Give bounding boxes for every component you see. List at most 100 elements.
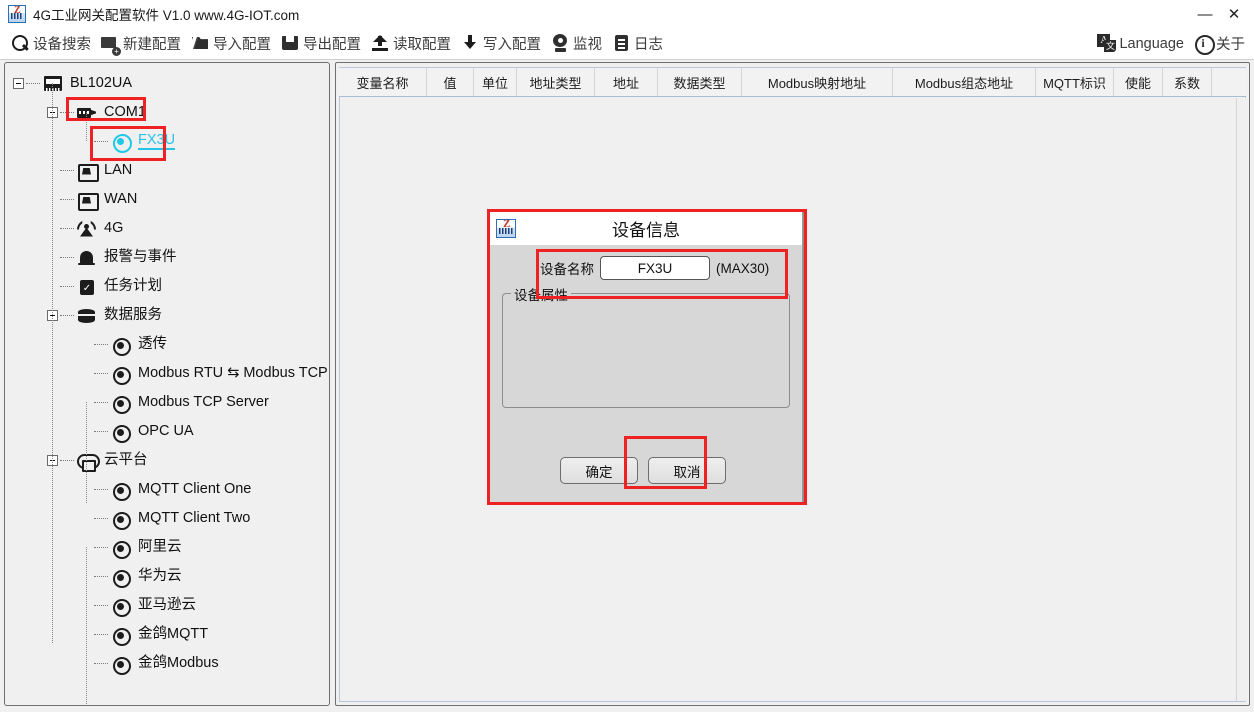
node-dot-icon <box>110 422 132 443</box>
tree-node[interactable]: MQTT Client One <box>5 475 329 504</box>
search-icon <box>11 34 30 53</box>
tree-node-label: 数据服务 <box>104 307 162 324</box>
toolbar-language[interactable]: Language <box>1092 30 1189 58</box>
tree-node-label: OPC UA <box>138 423 194 440</box>
ethernet-icon <box>76 190 99 211</box>
tree-node[interactable]: 透传 <box>5 330 329 359</box>
toolbar-import-config[interactable]: 导入配置 <box>186 30 276 58</box>
toolbar-label: 监视 <box>573 37 602 53</box>
table-column-header[interactable]: 单位 <box>474 68 517 96</box>
language-icon <box>1097 34 1117 53</box>
table-header-row: 变量名称值单位 地址类型 地址 数据类型 Modbus映射地址 Modbus组态地址 MQT… <box>339 67 1246 97</box>
cancel-button[interactable]: 取消 <box>648 457 726 484</box>
tree-node[interactable]: COM1 <box>5 98 329 127</box>
tree-connector <box>94 547 108 548</box>
ok-button[interactable]: 确定 <box>560 457 638 484</box>
tree-node[interactable]: 4G <box>5 214 329 243</box>
tree-node[interactable]: 金鸽MQTT <box>5 620 329 649</box>
toolbar-new-config[interactable]: 新建配置 <box>96 30 186 58</box>
table-column-header[interactable]: Modbus组态地址 <box>893 68 1036 96</box>
dialog-button-row: 确定 取消 <box>490 457 802 484</box>
title-bar: 4G工业网关配置软件 V1.0 www.4G-IOT.com — ✕ <box>0 0 1254 28</box>
node-dot-icon <box>110 335 132 356</box>
tree-node[interactable]: Modbus RTU ⇆ Modbus TCP <box>5 359 329 388</box>
tree-node[interactable]: MQTT Client Two <box>5 504 329 533</box>
tree-node[interactable]: 华为云 <box>5 562 329 591</box>
device-name-max-hint: (MAX30) <box>716 260 770 276</box>
tree-connector <box>94 663 108 664</box>
tree-node[interactable]: FX3U <box>5 127 329 156</box>
task-icon <box>76 277 98 297</box>
table-column-header[interactable]: 使能 <box>1114 68 1163 96</box>
tree-node[interactable]: OPC UA <box>5 417 329 446</box>
window-controls: — ✕ <box>1190 0 1254 28</box>
tree-node[interactable]: 任务计划 <box>5 272 329 301</box>
device-tree-panel: BL102UA COM1 FX3U LAN WAN 4G 报警与事件任务计划数据服务透传 Mo… <box>4 62 330 706</box>
toolbar-device-search[interactable]: 设备搜索 <box>6 30 96 58</box>
tree-node-label: 报警与事件 <box>104 249 177 266</box>
tree-node[interactable]: 数据服务 <box>5 301 329 330</box>
node-dot-icon <box>110 364 132 385</box>
tree-connector <box>60 315 74 316</box>
toolbar-label: 读取配置 <box>393 37 451 53</box>
toolbar-log[interactable]: 日志 <box>607 30 668 58</box>
cloud-icon <box>76 451 100 472</box>
close-button[interactable]: ✕ <box>1220 0 1254 28</box>
tree-node-label: COM1 <box>104 104 146 121</box>
toolbar-read-config[interactable]: 读取配置 <box>366 30 456 58</box>
tree-node-label: 金鸽MQTT <box>138 626 209 643</box>
toolbar-about[interactable]: 关于 <box>1189 30 1250 58</box>
ethernet-icon <box>76 161 99 182</box>
vertical-scrollbar[interactable] <box>1236 98 1246 701</box>
tree-node[interactable]: WAN <box>5 185 329 214</box>
tree-connector <box>26 83 40 84</box>
minimize-button[interactable]: — <box>1190 0 1220 28</box>
tree-connector <box>94 141 108 142</box>
table-column-header[interactable]: 系数 <box>1163 68 1212 96</box>
export-config-icon <box>281 34 300 53</box>
device-name-label: 设备名称 <box>540 262 594 277</box>
tree-connector <box>60 199 74 200</box>
application-window: 4G工业网关配置软件 V1.0 www.4G-IOT.com — ✕ 设备搜索 … <box>0 0 1254 712</box>
new-config-icon <box>101 34 121 56</box>
bell-icon <box>76 248 98 268</box>
tree-connector <box>94 431 108 432</box>
tree-node[interactable]: 报警与事件 <box>5 243 329 272</box>
tree-connector <box>94 489 108 490</box>
toolbar-label: 设备搜索 <box>33 37 91 53</box>
table-column-header[interactable]: MQTT标识 <box>1036 68 1114 96</box>
toolbar-monitor[interactable]: 监视 <box>546 30 607 58</box>
table-column-header[interactable]: 值 <box>427 68 474 96</box>
tree-connector <box>94 402 108 403</box>
tree-node[interactable]: 亚马逊云 <box>5 591 329 620</box>
tree-node[interactable]: LAN <box>5 156 329 185</box>
toolbar-write-config[interactable]: 写入配置 <box>456 30 546 58</box>
tree-node-label: 4G <box>104 220 124 237</box>
tree-node[interactable]: 金鸽Modbus <box>5 649 329 678</box>
table-column-header[interactable]: 地址 <box>595 68 658 96</box>
toolbar-label: 日志 <box>634 37 663 53</box>
toolbar-export-config[interactable]: 导出配置 <box>276 30 366 58</box>
table-column-header[interactable]: 数据类型 <box>658 68 742 96</box>
tree-node-label: 华为云 <box>138 568 182 585</box>
download-arrow-icon <box>461 34 480 53</box>
tree-node[interactable]: 阿里云 <box>5 533 329 562</box>
tree-node-label: BL102UA <box>70 75 133 92</box>
tree-collapse-icon[interactable] <box>13 78 24 89</box>
table-column-header[interactable]: 地址类型 <box>517 68 595 96</box>
table-column-header[interactable]: Modbus映射地址 <box>742 68 893 96</box>
table-column-header[interactable]: 变量名称 <box>339 68 427 96</box>
log-icon <box>612 34 631 53</box>
upload-arrow-icon <box>371 34 390 53</box>
plc-icon <box>110 132 132 153</box>
tree-node-label: MQTT Client One <box>138 481 252 498</box>
tree-node-label: FX3U <box>138 133 176 151</box>
tree-guide-line <box>86 402 87 503</box>
tree-node[interactable]: Modbus TCP Server <box>5 388 329 417</box>
device-name-input[interactable] <box>600 256 710 280</box>
tree-node[interactable]: BL102UA <box>5 69 329 98</box>
tree-node[interactable]: 云平台 <box>5 446 329 475</box>
toolbar-label: 写入配置 <box>483 37 541 53</box>
node-dot-icon <box>110 596 132 617</box>
toolbar-label: 导入配置 <box>213 37 271 53</box>
